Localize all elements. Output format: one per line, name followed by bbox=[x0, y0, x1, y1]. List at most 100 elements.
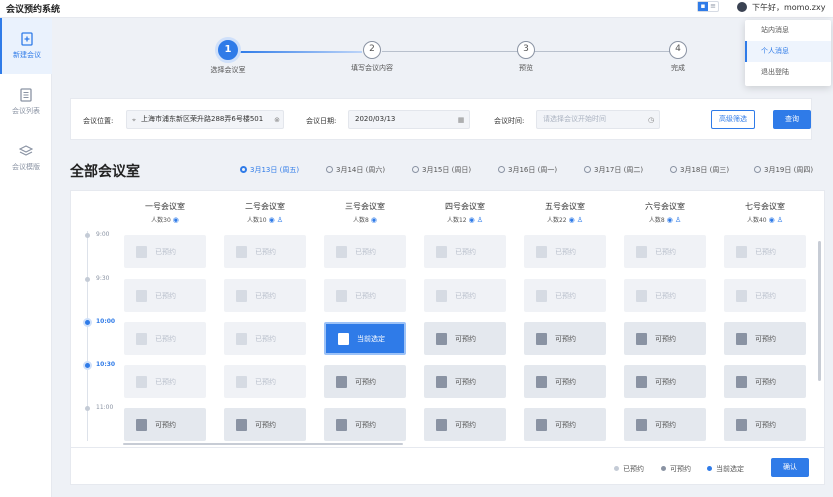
eye-icon[interactable]: ◉ bbox=[371, 216, 377, 224]
eye-icon[interactable]: ◉ bbox=[173, 216, 179, 224]
slot-status: 已预约 bbox=[155, 334, 176, 343]
slot-status: 可预约 bbox=[555, 334, 576, 343]
time-slot-booked: 已预约 bbox=[724, 235, 806, 268]
calendar-note-icon bbox=[336, 418, 347, 431]
menu-item-personal-messages[interactable]: 个人消息 bbox=[745, 41, 831, 62]
calendar-note-icon bbox=[336, 289, 347, 302]
step-label: 选择会议室 bbox=[210, 66, 246, 74]
vertical-scrollbar[interactable] bbox=[818, 241, 821, 381]
date-tab[interactable]: 3月17日 (周二) bbox=[584, 165, 643, 175]
menu-item-logout[interactable]: 退出登陆 bbox=[745, 62, 831, 83]
slot-status: 已预约 bbox=[155, 247, 176, 256]
step-select-room: 1 选择会议室 bbox=[188, 35, 268, 75]
slot-status: 已预约 bbox=[755, 247, 776, 256]
calendar-note-icon bbox=[736, 332, 747, 345]
date-tab[interactable]: 3月16日 (周一) bbox=[498, 165, 557, 175]
slot-status: 已预约 bbox=[155, 377, 176, 386]
time-slot-available[interactable]: 可预约 bbox=[324, 408, 406, 441]
time-row: 10:00 bbox=[81, 318, 121, 328]
legend-available: 可预约 bbox=[661, 464, 691, 474]
date-tab[interactable]: 3月19日 (周四) bbox=[754, 165, 813, 175]
time-slot-available[interactable]: 可预约 bbox=[724, 322, 806, 355]
time-row: 9:30 bbox=[81, 275, 121, 285]
user-avatar-icon[interactable] bbox=[737, 2, 747, 12]
date-tab[interactable]: 3月13日 (周五) bbox=[240, 165, 299, 175]
person-icon[interactable]: ♙ bbox=[777, 216, 783, 224]
time-slot-available[interactable]: 可预约 bbox=[524, 322, 606, 355]
horizontal-scrollbar[interactable] bbox=[123, 443, 403, 445]
progress-steps: 1 选择会议室 2 填写会议内容 3 预览 4 完成 bbox=[52, 35, 752, 85]
room-capacity: 人数8 bbox=[648, 217, 665, 224]
calendar-note-icon bbox=[736, 245, 747, 258]
slot-status: 可预约 bbox=[455, 334, 476, 343]
sidebar-item-meeting-list[interactable]: 会议列表 bbox=[0, 74, 52, 130]
time-slot-available[interactable]: 可预约 bbox=[224, 408, 306, 441]
calendar-note-icon bbox=[136, 245, 147, 258]
time-slot-available[interactable]: 可预约 bbox=[624, 365, 706, 398]
time-field[interactable]: 请选择会议开始时间 ◷ bbox=[536, 110, 660, 129]
time-slot-available[interactable]: 可预约 bbox=[624, 322, 706, 355]
menu-item-site-messages[interactable]: 站内消息 bbox=[745, 20, 831, 41]
advanced-filter-button[interactable]: 高级筛选 bbox=[711, 110, 755, 129]
time-slot-available[interactable]: 可预约 bbox=[424, 408, 506, 441]
slot-status: 已预约 bbox=[755, 291, 776, 300]
slot-status: 已预约 bbox=[255, 334, 276, 343]
calendar-note-icon bbox=[536, 332, 547, 345]
eye-icon[interactable]: ◉ bbox=[569, 216, 575, 224]
person-icon[interactable]: ♙ bbox=[675, 216, 681, 224]
room-name: 四号会议室 bbox=[445, 202, 485, 211]
search-button[interactable]: 查询 bbox=[773, 110, 811, 129]
location-field[interactable]: ⌖ 上海市浦东新区荣升路288弄6号楼501 ⊗ bbox=[126, 110, 284, 129]
time-slot-available[interactable]: 可预约 bbox=[724, 408, 806, 441]
time-slot-available[interactable]: 可预约 bbox=[424, 365, 506, 398]
legend-booked: 已预约 bbox=[614, 464, 644, 474]
eye-icon[interactable]: ◉ bbox=[269, 216, 275, 224]
confirm-button[interactable]: 确认 bbox=[771, 458, 809, 477]
eye-icon[interactable]: ◉ bbox=[769, 216, 775, 224]
sidebar: 新建会议 会议列表 会议模版 bbox=[0, 18, 52, 497]
slot-status: 可预约 bbox=[655, 420, 676, 429]
time-slot-available[interactable]: 可预约 bbox=[624, 408, 706, 441]
list-view-icon[interactable]: ≡ bbox=[708, 2, 718, 11]
person-icon[interactable]: ♙ bbox=[577, 216, 583, 224]
date-tab[interactable]: 3月18日 (周三) bbox=[670, 165, 729, 175]
calendar-note-icon bbox=[736, 375, 747, 388]
date-field[interactable]: 2020/03/13 ▦ bbox=[348, 110, 470, 129]
time-slot-available[interactable]: 可预约 bbox=[724, 365, 806, 398]
slot-status: 可预约 bbox=[355, 420, 376, 429]
view-toggle[interactable]: ▪ ≡ bbox=[697, 1, 719, 12]
time-slot-available[interactable]: 可预约 bbox=[124, 408, 206, 441]
slot-status: 已预约 bbox=[355, 291, 376, 300]
step-fill-content: 2 填写会议内容 bbox=[332, 35, 412, 73]
room-capacity: 人数10 bbox=[246, 217, 267, 224]
slot-status: 可预约 bbox=[755, 420, 776, 429]
date-tab[interactable]: 3月14日 (周六) bbox=[326, 165, 385, 175]
calendar-note-icon bbox=[636, 289, 647, 302]
room-schedule-board: 9:00 9:30 10:00 10:30 11:00 一号会议室 人数30 ◉ 已预约 已预约… bbox=[70, 190, 825, 485]
calendar-note-icon bbox=[736, 418, 747, 431]
person-icon[interactable]: ♙ bbox=[477, 216, 483, 224]
time-slot-booked: 已预约 bbox=[224, 235, 306, 268]
person-icon[interactable]: ♙ bbox=[277, 216, 283, 224]
time-slot-available[interactable]: 可预约 bbox=[324, 365, 406, 398]
time-slot-available[interactable]: 可预约 bbox=[524, 408, 606, 441]
user-greeting[interactable]: 下午好，momo.zxy bbox=[752, 2, 825, 13]
time-slot-booked: 已预约 bbox=[124, 279, 206, 312]
time-label: 会议时间: bbox=[494, 117, 525, 125]
date-tab[interactable]: 3月15日 (周日) bbox=[412, 165, 471, 175]
calendar-icon[interactable]: ▦ bbox=[457, 116, 465, 124]
sidebar-item-new-meeting[interactable]: 新建会议 bbox=[0, 18, 52, 74]
legend-dot bbox=[614, 466, 619, 471]
clear-icon[interactable]: ⊗ bbox=[273, 116, 281, 124]
time-slot-available[interactable]: 可预约 bbox=[424, 322, 506, 355]
time-slot-available[interactable]: 可预约 bbox=[524, 365, 606, 398]
time-dot bbox=[83, 361, 92, 370]
eye-icon[interactable]: ◉ bbox=[469, 216, 475, 224]
clock-icon[interactable]: ◷ bbox=[647, 116, 655, 124]
time-slot-selected[interactable]: 当前选定 bbox=[324, 322, 406, 355]
radio-icon bbox=[584, 166, 591, 173]
eye-icon[interactable]: ◉ bbox=[667, 216, 673, 224]
list-icon bbox=[20, 88, 32, 102]
sidebar-item-meeting-templates[interactable]: 会议模版 bbox=[0, 130, 52, 186]
grid-view-icon[interactable]: ▪ bbox=[698, 2, 708, 11]
